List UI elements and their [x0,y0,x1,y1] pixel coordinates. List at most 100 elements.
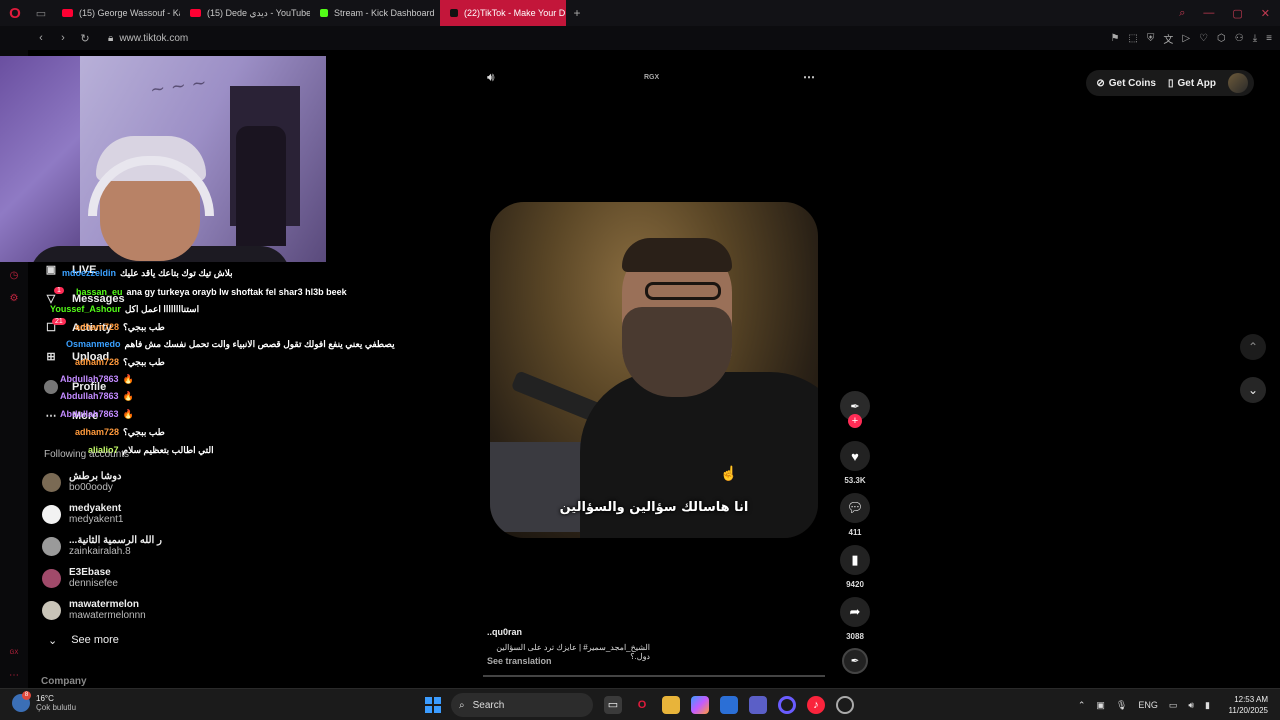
chat-username: Youssef_Ashour [50,304,121,314]
workspaces-icon[interactable]: ▭ [30,0,52,26]
speaker-icon[interactable]: 🔊︎ [1188,700,1194,711]
video-progress-bar[interactable] [483,675,825,677]
video-player[interactable]: انا هاسالك سؤالين والسؤالين [490,202,818,538]
clock-date: 11/20/2025 [1228,706,1268,715]
forward-button[interactable]: › [54,32,72,44]
share-button[interactable]: ➦ 3088 [838,597,872,641]
more-icon[interactable]: ⋯ [7,670,21,684]
file-explorer-icon[interactable] [662,696,680,714]
comment-button[interactable]: 💬︎ 411 [838,493,872,537]
following-account[interactable]: دوشا برطش bo00oody [42,471,122,493]
chat-username: adham728 [75,357,120,367]
following-title: Following accounts [44,449,130,460]
account-username: mawatermelonnn [69,610,146,621]
youtube-icon [62,9,73,17]
following-account[interactable]: medyakent medyakent1 [42,503,123,525]
bookmark-icon[interactable]: ⚑ [1110,33,1119,44]
tray-app-icon[interactable]: ▣ [1096,700,1105,711]
activity-badge: 21 [52,318,66,325]
company-link[interactable]: Company [41,676,87,687]
extensions-icon[interactable]: ⬡ [1217,33,1226,44]
temperature: 16°C [36,694,54,703]
live-icon: ▣ [45,264,57,276]
chat-message: طب ببجي؟ [123,322,165,332]
music-icon[interactable]: ♪ [807,696,825,714]
video-person-glasses [645,282,721,300]
play-icon[interactable]: ▷ [1182,33,1190,44]
language-indicator[interactable]: ENG [1138,700,1158,710]
volume-icon[interactable]: 🔊︎ [487,70,495,85]
avatar [42,600,61,620]
task-view-icon[interactable]: ▭ [604,696,622,714]
url-field[interactable]: 🔒︎ www.tiktok.com [108,33,188,44]
reload-button[interactable]: ↻ [76,32,94,45]
kick-icon [320,9,328,17]
opera-logo-icon[interactable]: O [0,0,30,26]
opera-gx-icon[interactable]: O [633,696,651,714]
copilot-icon[interactable] [691,696,709,714]
chat-line: Abdullah7863 🔥 [60,374,134,385]
avatar[interactable] [1228,73,1248,93]
microphone-icon[interactable]: 🎙︎ [1116,700,1127,711]
translate-icon[interactable]: 文 [1163,31,1173,46]
history-icon[interactable]: ◷ [7,270,21,284]
phone-icon: ▯ [1167,77,1174,89]
get-coins-button[interactable]: ⊘ Get Coins [1096,78,1156,89]
following-account[interactable]: ...ر الله الرسمية الثانية zainkairalah.8 [42,535,162,557]
browser-tab[interactable]: (15) George Wassouf - Ka [52,0,180,26]
save-button[interactable]: ▮ 9420 [838,545,872,589]
settings-icon[interactable] [836,696,854,714]
download-icon[interactable]: ⤓ [1253,33,1257,44]
snapshot-icon[interactable]: ⬚ [1128,33,1137,44]
music-disc-button[interactable]: ✒ [838,648,872,674]
clock-time: 12:53 AM [1234,695,1268,704]
start-button[interactable] [425,697,441,713]
back-button[interactable]: ‹ [32,32,50,44]
maximize-button[interactable]: ▢ [1232,7,1242,20]
previous-video-button[interactable]: ⌃ [1240,334,1266,360]
close-button[interactable]: ✕ [1261,7,1270,20]
browser-tab[interactable]: Stream - Kick Dashboard [310,0,440,26]
battery-icon[interactable]: ▮ [1205,700,1210,711]
see-translation-link[interactable]: See translation [487,656,552,666]
windows-logo-pane [434,706,441,713]
browser-tab[interactable]: (15) Dede ديدي - YouTube [180,0,310,26]
search-tabs-icon[interactable]: ⌕ [1179,7,1185,20]
search-icon: ⌕ [459,699,465,711]
gx-icon[interactable]: GX [7,650,21,664]
follow-button[interactable]: + [848,414,862,428]
new-tab-button[interactable]: + [566,6,588,20]
avatar [42,536,61,556]
video-author[interactable]: ..qu0ran [487,627,522,637]
get-app-button[interactable]: ▯ Get App [1168,78,1216,89]
network-icon[interactable]: ▭ [1169,700,1178,711]
weather-condition: Çok bulutlu [36,703,77,712]
chat-username: Abdullah7863 [60,409,119,419]
menu-icon[interactable]: ≡ [1266,33,1272,44]
avatar [42,568,61,588]
obs-icon[interactable] [778,696,796,714]
settings-icon[interactable]: ⚙ [7,293,21,307]
coin-icon: ⊘ [1096,77,1105,89]
shield-icon[interactable]: ⛨ [1147,33,1155,44]
store-icon[interactable] [720,696,738,714]
following-account[interactable]: mawatermelon mawatermelonnn [42,599,146,621]
minimize-button[interactable]: — [1203,7,1214,19]
chat-message: 🔥 [122,374,134,384]
chevron-up-icon[interactable]: ⌃ [1078,700,1086,711]
clock[interactable]: 12:53 AM 11/20/2025 [1229,694,1268,716]
windows-logo-pane [425,697,432,704]
get-app-label: Get App [1177,77,1216,89]
heart-icon[interactable]: ♡ [1199,33,1208,44]
like-button[interactable]: ♥ 53.3K [838,441,872,485]
more-options-icon[interactable]: ⋯ [803,70,815,84]
window-controls: ⌕ — ▢ ✕ [1179,0,1280,26]
next-video-button[interactable]: ⌄ [1240,377,1266,403]
see-more-button[interactable]: ⌄ See more [48,634,119,647]
weather-widget[interactable]: 8 16°C Çok bulutlu [12,691,77,712]
taskbar-search[interactable]: ⌕ Search [451,693,593,717]
profile-icon[interactable]: ⚇ [1235,33,1244,44]
following-account[interactable]: E3Ebase dennisefee [42,567,118,589]
browser-tab-active[interactable]: (22)TikTok - Make Your D [440,0,566,26]
teams-icon[interactable] [749,696,767,714]
